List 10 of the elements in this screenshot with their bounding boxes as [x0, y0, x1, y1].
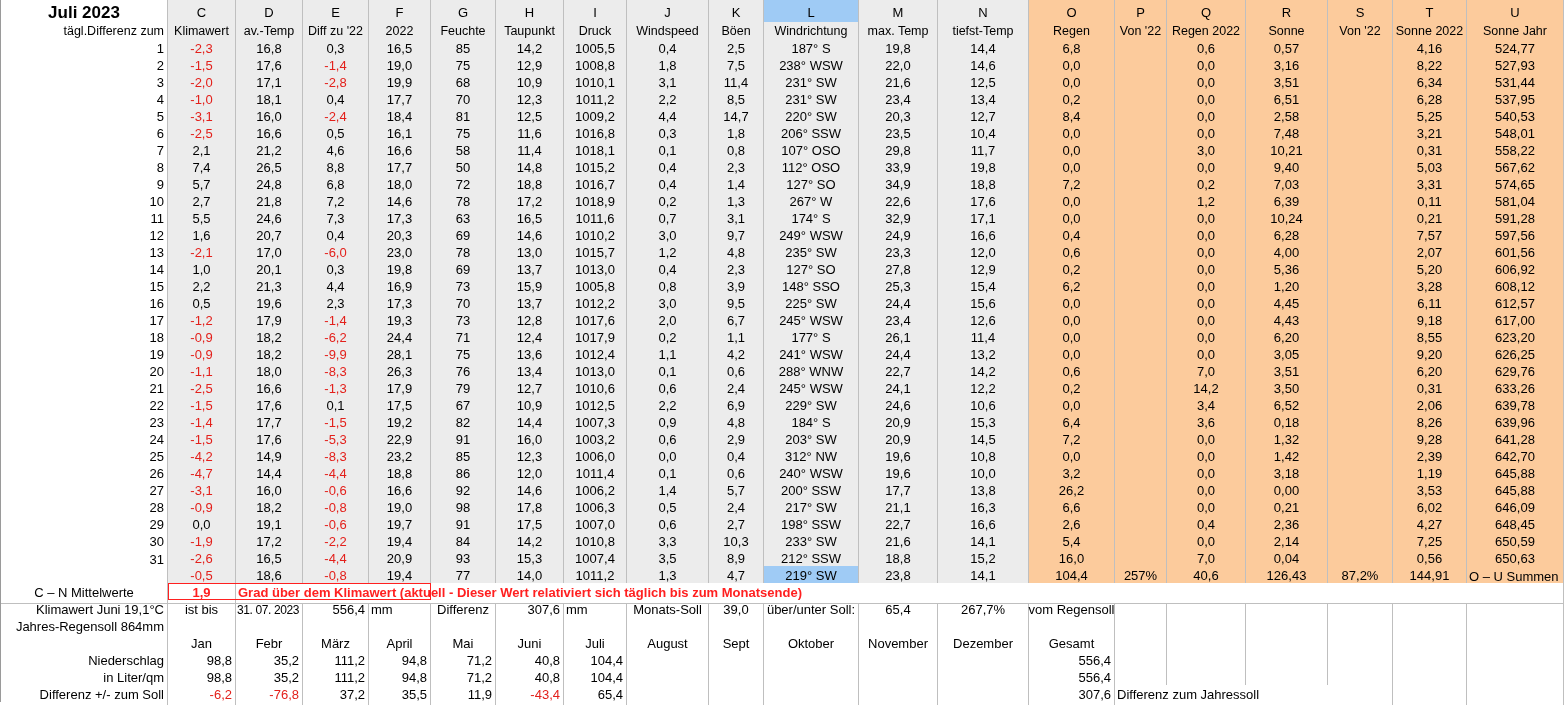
table-cell: -43,4 [496, 685, 564, 705]
table-cell: -76,8 [236, 685, 303, 705]
table-cell: 11,9 [431, 685, 496, 705]
row-label: Differenz +/- zum Soll [1, 685, 168, 705]
table-cell: 37,2 [303, 685, 369, 705]
table-cell: 35,5 [369, 685, 431, 705]
table-cell: 65,4 [564, 685, 627, 705]
total-cell: 307,6 [1029, 685, 1115, 705]
table-cell: -6,2 [168, 685, 236, 705]
note-text: Differenz zum Jahressoll [1115, 685, 1393, 705]
